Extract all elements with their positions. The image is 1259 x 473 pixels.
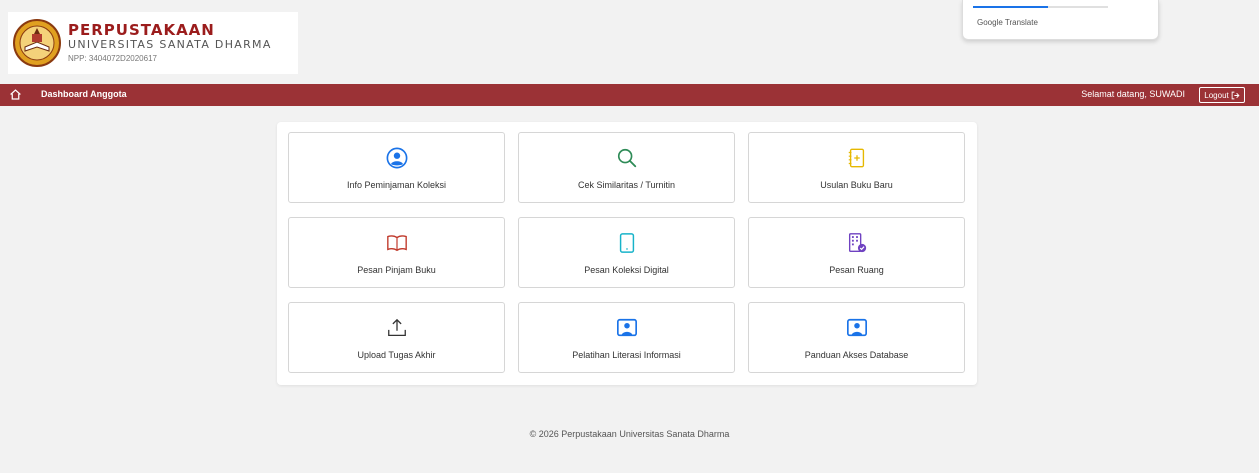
home-icon[interactable]	[9, 88, 22, 101]
menu-card-upload-tugas-akhir[interactable]: Upload Tugas Akhir	[288, 302, 505, 373]
menu-card-cek-similaritas[interactable]: Cek Similaritas / Turnitin	[518, 132, 735, 203]
university-seal-icon	[13, 19, 61, 67]
top-navbar: Dashboard Anggota Selamat datang, SUWADI…	[0, 84, 1259, 106]
menu-card-label: Upload Tugas Akhir	[357, 350, 436, 360]
menu-card-label: Panduan Akses Database	[804, 350, 909, 360]
translate-progress-bar	[973, 6, 1048, 8]
menu-card-label: Pesan Pinjam Buku	[357, 265, 436, 275]
dashboard-title-link[interactable]: Dashboard Anggota	[41, 89, 127, 99]
open-book-icon	[386, 235, 407, 252]
npp-number: NPP: 3404072D2020617	[68, 54, 157, 63]
menu-panel: Info Peminjaman Koleksi Cek Similaritas …	[277, 122, 977, 385]
page-footer: © 2026 Perpustakaan Universitas Sanata D…	[529, 429, 730, 439]
university-name: UNIVERSITAS SANATA DHARMA	[68, 38, 272, 51]
menu-card-label: Pesan Koleksi Digital	[584, 265, 669, 275]
menu-card-panduan-akses[interactable]: Panduan Akses Database	[748, 302, 965, 373]
welcome-message: Selamat datang, SUWADI	[1081, 89, 1185, 99]
google-translate-label: Google Translate	[977, 18, 1038, 27]
menu-card-pelatihan-literasi[interactable]: Pelatihan Literasi Informasi	[518, 302, 735, 373]
menu-card-pesan-ruang[interactable]: Pesan Ruang	[748, 217, 965, 288]
menu-card-pesan-koleksi-digital[interactable]: Pesan Koleksi Digital	[518, 217, 735, 288]
menu-card-label: Cek Similaritas / Turnitin	[577, 180, 676, 190]
menu-card-label: Pesan Ruang	[829, 265, 884, 275]
translate-progress-track	[1048, 6, 1108, 8]
journal-plus-icon	[848, 148, 864, 168]
upload-icon	[387, 318, 406, 336]
tablet-icon	[619, 233, 634, 253]
logout-label: Logout	[1204, 90, 1229, 100]
person-video-icon	[846, 318, 867, 337]
menu-card-label: Pelatihan Literasi Informasi	[572, 350, 681, 360]
menu-card-label: Usulan Buku Baru	[820, 180, 893, 190]
menu-card-usulan-buku[interactable]: Usulan Buku Baru	[748, 132, 965, 203]
building-check-icon	[848, 233, 866, 253]
page-header: PERPUSTAKAAN UNIVERSITAS SANATA DHARMA N…	[0, 0, 1259, 84]
person-video-icon	[616, 318, 637, 337]
menu-card-pesan-pinjam[interactable]: Pesan Pinjam Buku	[288, 217, 505, 288]
logout-button[interactable]: Logout	[1199, 87, 1245, 103]
menu-card-info-peminjaman[interactable]: Info Peminjaman Koleksi	[288, 132, 505, 203]
google-translate-popup[interactable]: Google Translate	[962, 0, 1159, 40]
menu-card-label: Info Peminjaman Koleksi	[346, 180, 447, 190]
library-title: PERPUSTAKAAN	[68, 21, 215, 39]
library-brand[interactable]: PERPUSTAKAAN UNIVERSITAS SANATA DHARMA N…	[8, 12, 298, 74]
search-icon	[617, 148, 636, 168]
logout-icon	[1231, 91, 1240, 99]
user-circle-icon	[386, 147, 407, 169]
